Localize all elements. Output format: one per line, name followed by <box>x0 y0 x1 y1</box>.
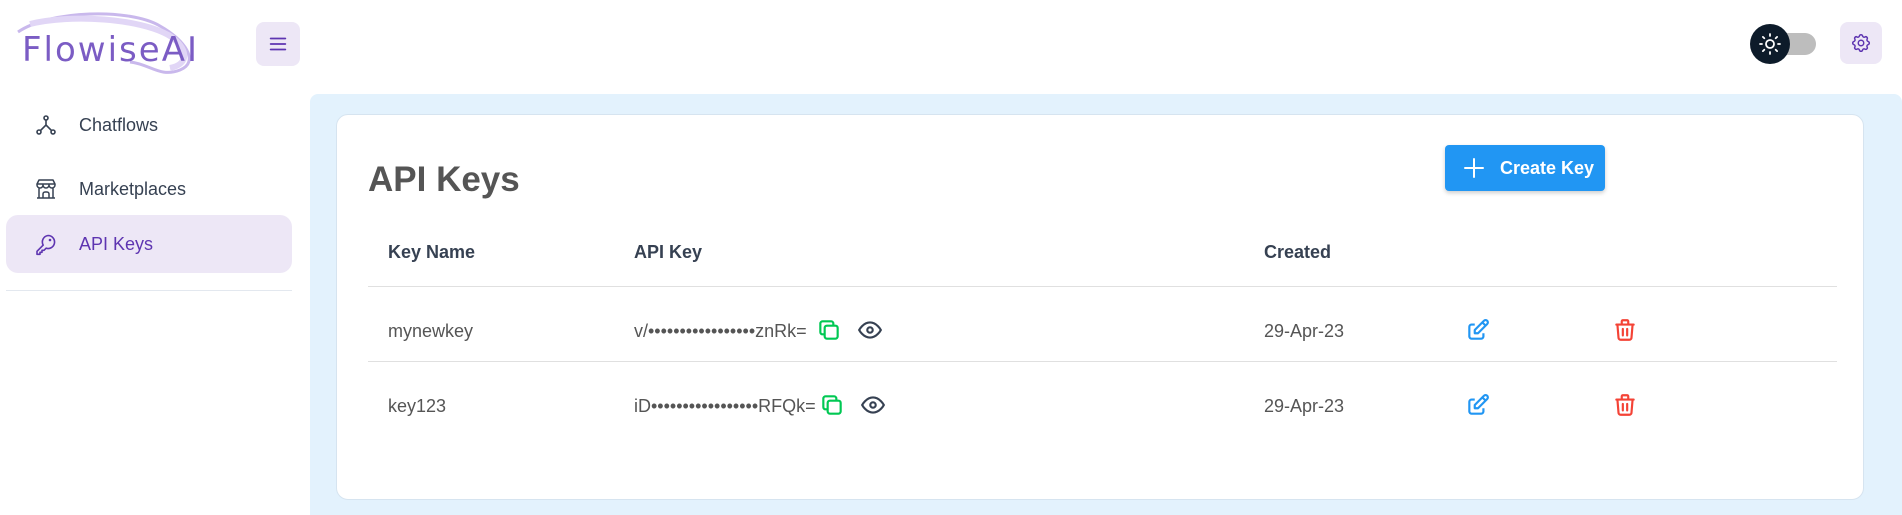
building-store-icon <box>36 179 56 199</box>
page-title: API Keys <box>368 160 520 199</box>
flowise-logo[interactable]: FlowiseAI <box>10 12 205 74</box>
create-key-label: Create Key <box>1500 158 1595 178</box>
column-header-created: Created <box>1264 242 1332 262</box>
key-name-cell: mynewkey <box>388 321 474 341</box>
sidebar-item-label: Marketplaces <box>79 178 187 199</box>
sidebar-item-label: Chatflows <box>79 114 159 135</box>
edit-icon[interactable] <box>1465 317 1491 343</box>
header: FlowiseAI <box>0 0 1902 94</box>
hierarchy-icon <box>36 115 56 135</box>
eye-icon[interactable] <box>860 392 886 418</box>
sidebar-item-chatflows[interactable]: Chatflows <box>6 96 292 154</box>
settings-button[interactable] <box>1840 22 1882 64</box>
main-content: API Keys Create Key Key Name API Key Cre… <box>310 94 1902 515</box>
sidebar-divider <box>6 290 292 291</box>
sidebar-item-label: API Keys <box>79 233 154 254</box>
key-icon <box>36 234 56 256</box>
logo-text: FlowiseAI <box>22 30 199 70</box>
column-header-api-key: API Key <box>634 242 703 262</box>
sidebar-item-marketplaces[interactable]: Marketplaces <box>6 160 292 218</box>
created-date-cell: 29-Apr-23 <box>1264 321 1345 341</box>
dark-mode-toggle[interactable] <box>1750 23 1818 65</box>
edit-icon[interactable] <box>1465 392 1491 418</box>
trash-icon[interactable] <box>1612 392 1638 418</box>
gear-icon <box>1851 33 1871 53</box>
sidebar: Chatflows Marketplaces API Keys <box>0 94 310 515</box>
column-header-key-name: Key Name <box>388 242 476 262</box>
key-name-cell: key123 <box>388 396 447 416</box>
copy-icon[interactable] <box>819 392 845 418</box>
trash-icon[interactable] <box>1612 317 1638 343</box>
api-keys-card: API Keys Create Key Key Name API Key Cre… <box>336 114 1864 500</box>
api-key-cell: iD•••••••••••••••••RFQk= <box>634 396 816 416</box>
row-divider <box>368 361 1837 362</box>
menu-icon <box>269 37 287 51</box>
table-header-divider <box>368 286 1837 287</box>
menu-toggle-button[interactable] <box>256 22 300 66</box>
copy-icon[interactable] <box>816 317 842 343</box>
api-key-cell: v/•••••••••••••••••znRk= <box>634 321 807 341</box>
plus-icon <box>1464 158 1484 178</box>
sun-icon <box>1759 33 1781 55</box>
create-key-button[interactable]: Create Key <box>1445 145 1605 191</box>
eye-icon[interactable] <box>857 317 883 343</box>
created-date-cell: 29-Apr-23 <box>1264 396 1345 416</box>
toggle-knob <box>1750 24 1790 64</box>
sidebar-item-api-keys[interactable]: API Keys <box>6 215 292 273</box>
